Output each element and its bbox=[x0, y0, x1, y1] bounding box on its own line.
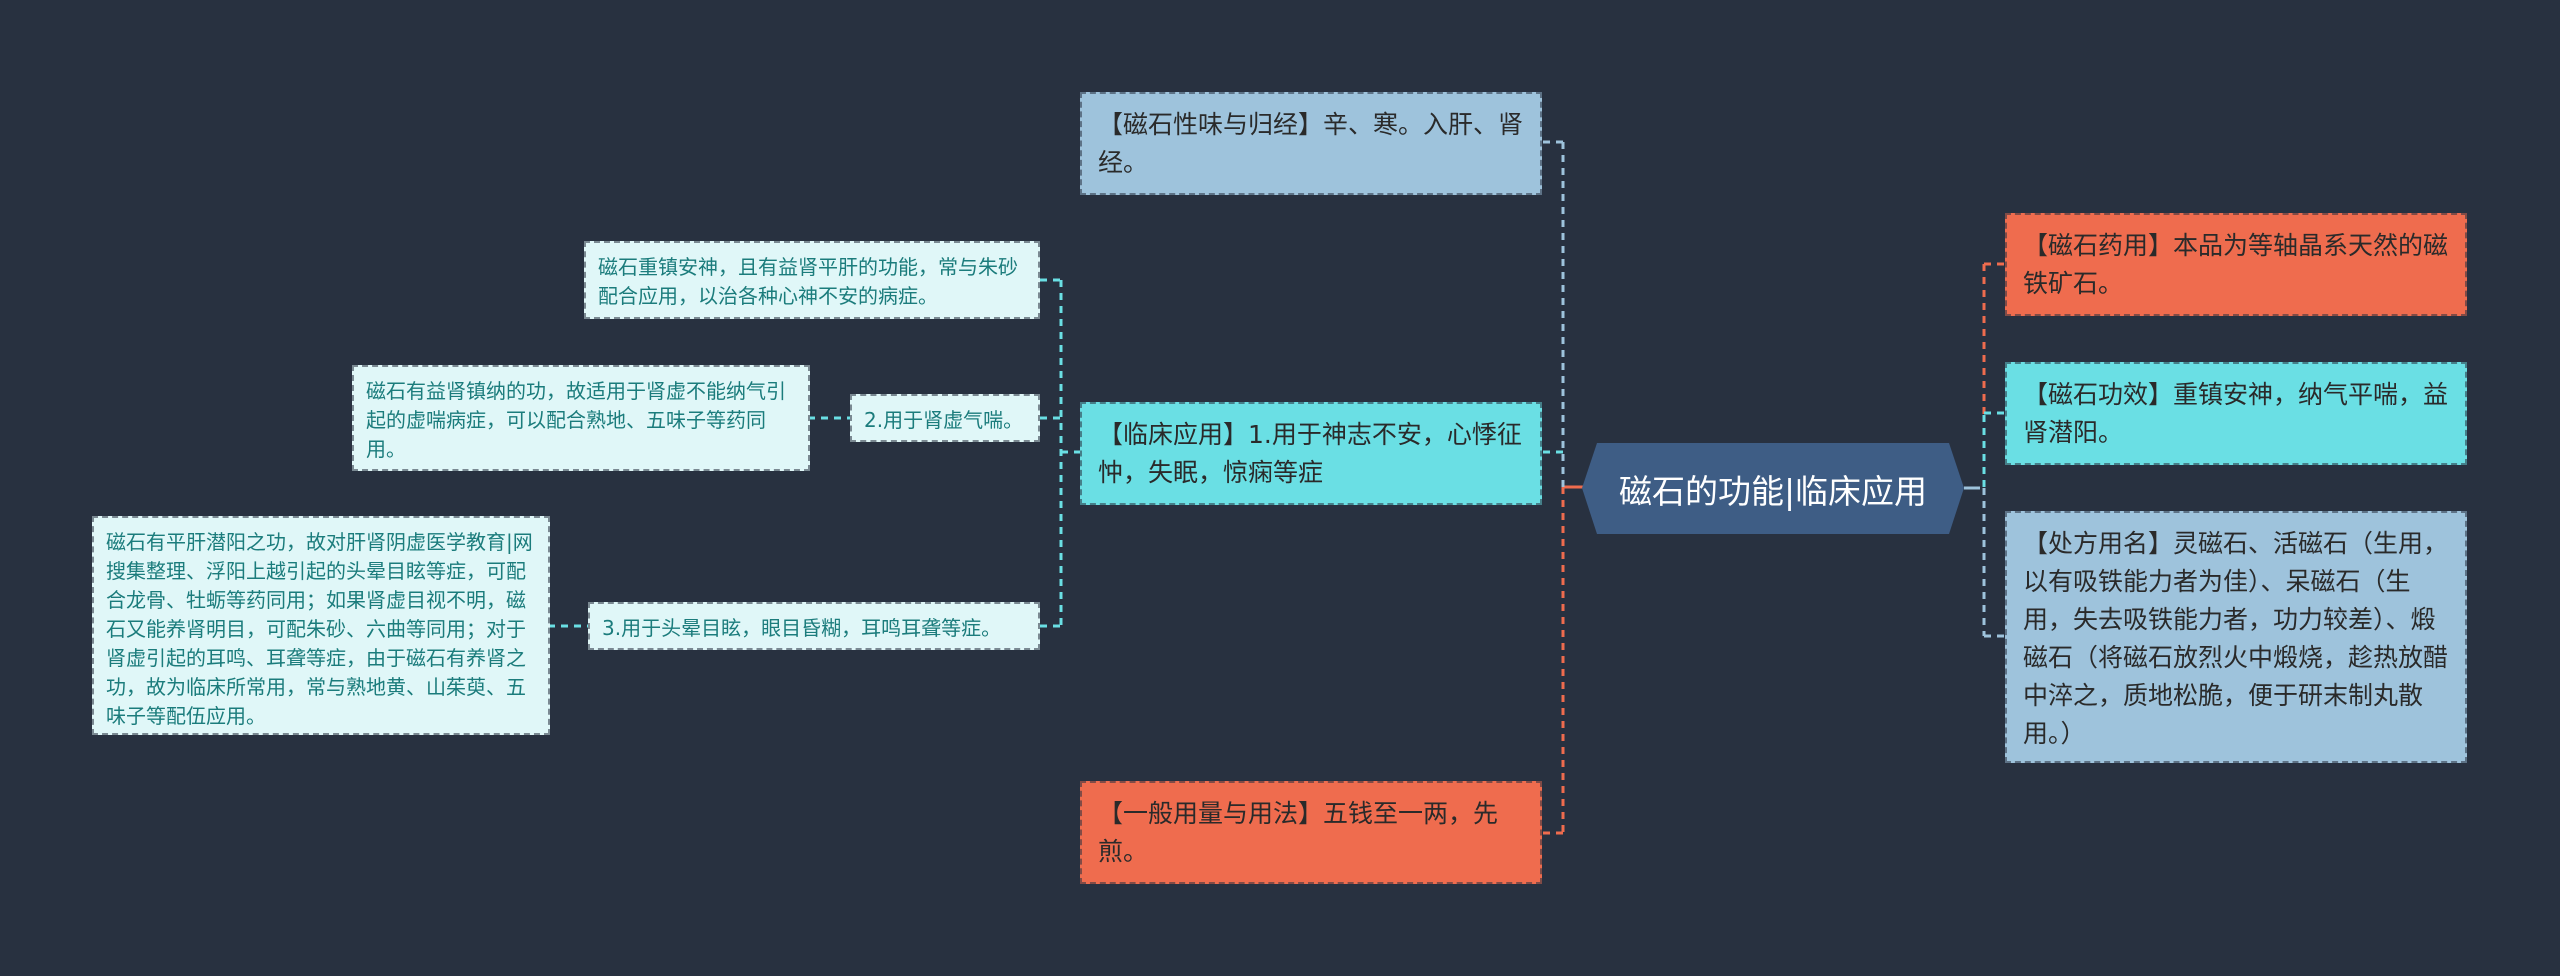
central-topic[interactable]: 磁石的功能|临床应用 bbox=[1582, 443, 1964, 534]
node-linchuang-c1[interactable]: 磁石重镇安神，且有益肾平肝的功能，常与朱砂配合应用，以治各种心神不安的病症。 bbox=[584, 241, 1040, 319]
node-xingwei[interactable]: 【磁石性味与归经】辛、寒。入肝、肾经。 bbox=[1080, 92, 1542, 195]
node-grandchild-touyun[interactable]: 磁石有平肝潜阳之功，故对肝肾阴虚医学教育|网搜集整理、浮阳上越引起的头晕目眩等症… bbox=[92, 516, 550, 735]
node-grandchild-qichuan[interactable]: 磁石有益肾镇纳的功，故适用于肾虚不能纳气引起的虚喘病症，可以配合熟地、五味子等药… bbox=[352, 365, 810, 471]
node-chufang[interactable]: 【处方用名】灵磁石、活磁石（生用，以有吸铁能力者为佳）、呆磁石（生用，失去吸铁能… bbox=[2005, 511, 2467, 763]
node-linchuang-c3[interactable]: 3.用于头晕目眩，眼目昏糊，耳鸣耳聋等症。 bbox=[588, 602, 1040, 650]
central-topic-label: 磁石的功能|临床应用 bbox=[1618, 471, 1928, 511]
node-linchuang[interactable]: 【临床应用】1.用于神志不安，心悸征忡，失眠，惊痫等症 bbox=[1080, 402, 1542, 505]
node-linchuang-c2[interactable]: 2.用于肾虚气喘。 bbox=[850, 394, 1040, 442]
node-gongxiao[interactable]: 【磁石功效】重镇安神，纳气平喘，益肾潜阳。 bbox=[2005, 362, 2467, 465]
node-yaoyong[interactable]: 【磁石药用】本品为等轴晶系天然的磁铁矿石。 bbox=[2005, 213, 2467, 316]
node-yongliang[interactable]: 【一般用量与用法】五钱至一两，先煎。 bbox=[1080, 781, 1542, 884]
